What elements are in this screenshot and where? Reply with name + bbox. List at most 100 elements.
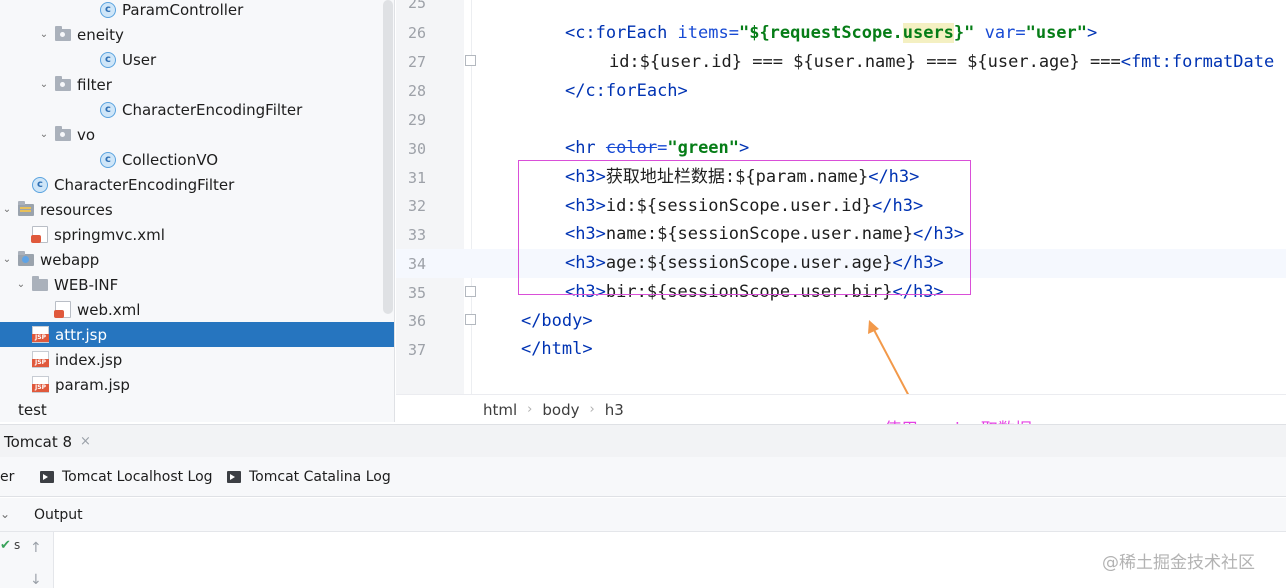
console-icon bbox=[40, 471, 54, 483]
chevron-down-icon[interactable]: ⌄ bbox=[0, 204, 14, 215]
tree-item[interactable]: ·cCollectionVO bbox=[0, 147, 394, 172]
class-icon: c bbox=[100, 1, 116, 18]
package-icon bbox=[55, 25, 71, 41]
output-header: ⌄ Output bbox=[0, 498, 1286, 532]
tree-item-label: index.jsp bbox=[55, 350, 123, 369]
tree-item[interactable]: ·springmvc.xml bbox=[0, 222, 394, 247]
code-line-36[interactable]: </html> bbox=[480, 306, 593, 359]
tree-item[interactable]: ·web.xml bbox=[0, 297, 394, 322]
chevron-down-icon[interactable]: ⌄ bbox=[0, 254, 14, 265]
code-line-29[interactable]: <hr color="green"> bbox=[524, 105, 749, 158]
line-number: 36 bbox=[407, 312, 426, 330]
chevron-down-icon[interactable]: ⌄ bbox=[37, 29, 51, 40]
tree-item[interactable]: ·param.jsp bbox=[0, 372, 394, 397]
tree-item[interactable]: ⌄ eneity bbox=[0, 22, 394, 47]
run-tool-window-header: Tomcat 8 × bbox=[0, 424, 1286, 457]
check-icon: ✔ bbox=[0, 538, 11, 553]
chevron-down-icon[interactable]: ⌄ bbox=[0, 507, 10, 521]
tab-label: Tomcat Catalina Log bbox=[249, 469, 391, 485]
breadcrumb-item-body[interactable]: body bbox=[542, 401, 579, 419]
tab-tomcat-catalina-log[interactable]: Tomcat Catalina Log bbox=[227, 469, 391, 485]
close-icon[interactable]: × bbox=[80, 434, 91, 449]
line-number: 37 bbox=[407, 341, 426, 359]
tree-item[interactable]: ·cParamController bbox=[0, 0, 394, 22]
tree-item[interactable]: ·attr.jsp bbox=[0, 322, 394, 347]
line-number: 34 bbox=[407, 255, 426, 273]
class-icon: c bbox=[100, 51, 116, 68]
tree-item[interactable]: ⌄ filter bbox=[0, 72, 394, 97]
jsp-file-icon bbox=[32, 326, 49, 343]
tree-item-label: filter bbox=[77, 75, 112, 94]
tree-item[interactable]: ·cCharacterEncodingFilter bbox=[0, 172, 394, 197]
tree-item-label: eneity bbox=[77, 25, 124, 44]
jsp-file-icon bbox=[32, 351, 49, 368]
arrow-down-icon[interactable]: ↓ bbox=[30, 572, 42, 588]
tree-item-label: WEB-INF bbox=[54, 275, 119, 294]
log-tabs-bar: er Tomcat Localhost Log Tomcat Catalina … bbox=[0, 457, 1286, 497]
fold-marker-icon[interactable] bbox=[465, 286, 476, 297]
line-number: 30 bbox=[407, 140, 426, 158]
code-line-27[interactable]: </c:forEach> bbox=[524, 48, 688, 101]
chevron-down-icon[interactable]: ⌄ bbox=[37, 129, 51, 140]
tree-item[interactable]: ⌄ vo bbox=[0, 122, 394, 147]
tree-item[interactable]: ·index.jsp bbox=[0, 347, 394, 372]
tree-scrollbar[interactable] bbox=[383, 0, 393, 314]
resources-folder-icon bbox=[18, 200, 34, 216]
output-label[interactable]: Output bbox=[34, 507, 83, 523]
line-number: 33 bbox=[407, 226, 426, 244]
tab-label: Tomcat Localhost Log bbox=[62, 469, 213, 485]
folder-icon bbox=[32, 275, 48, 291]
tree-item-label: CharacterEncodingFilter bbox=[122, 100, 303, 119]
code-token: <fmt:formatDate bbox=[1120, 52, 1275, 72]
fold-marker-icon[interactable] bbox=[465, 55, 476, 66]
fold-marker-icon[interactable] bbox=[465, 314, 476, 325]
tree-item-label: CharacterEncodingFilter bbox=[54, 175, 235, 194]
chevron-down-icon[interactable]: ⌄ bbox=[14, 279, 28, 290]
session-lines-highlight-box bbox=[518, 160, 971, 295]
tree-item[interactable]: ·cUser bbox=[0, 47, 394, 72]
package-icon bbox=[55, 75, 71, 91]
run-tab-tomcat[interactable]: Tomcat 8 bbox=[4, 433, 72, 451]
package-icon bbox=[55, 125, 71, 141]
code-line-26[interactable]: id:${user.id} === ${user.name} === ${use… bbox=[568, 19, 1274, 72]
xml-file-icon bbox=[54, 301, 71, 318]
code-token: </c:forEach> bbox=[564, 81, 688, 101]
class-icon: c bbox=[100, 151, 116, 168]
breadcrumb-item-h3[interactable]: h3 bbox=[605, 401, 624, 419]
tree-item[interactable]: ·test bbox=[0, 397, 394, 422]
code-line-30[interactable]: <h3>获取地址栏数据:${param.name}</h3> bbox=[524, 134, 919, 187]
line-number: 32 bbox=[407, 197, 426, 215]
chevron-down-icon[interactable]: ⌄ bbox=[37, 79, 51, 90]
tree-item-label: test bbox=[18, 400, 47, 419]
breadcrumb: html › body › h3 bbox=[396, 394, 1286, 424]
line-number: 27 bbox=[407, 53, 426, 71]
tree-item-label: ParamController bbox=[122, 0, 244, 19]
annotation-arrow-icon bbox=[868, 320, 911, 399]
tree-item[interactable]: ·cCharacterEncodingFilter bbox=[0, 97, 394, 122]
class-icon: c bbox=[32, 176, 48, 193]
tab-tomcat-localhost-log[interactable]: Tomcat Localhost Log bbox=[40, 469, 213, 485]
breadcrumb-item-html[interactable]: html bbox=[483, 401, 517, 419]
console-toolbar: ✔ s ↑ ↓ bbox=[0, 532, 54, 588]
tree-item-label: param.jsp bbox=[55, 375, 130, 394]
jsp-file-icon bbox=[32, 376, 49, 393]
tree-item-label: CollectionVO bbox=[122, 150, 218, 169]
class-icon: c bbox=[100, 101, 116, 118]
line-number: 29 bbox=[407, 111, 426, 129]
spring-xml-icon bbox=[31, 226, 48, 243]
line-number: 26 bbox=[407, 24, 426, 42]
watermark: @稀土掘金技术社区 bbox=[1102, 553, 1255, 573]
console-icon bbox=[227, 471, 241, 483]
arrow-up-icon[interactable]: ↑ bbox=[30, 540, 42, 556]
tree-item-label: User bbox=[122, 50, 157, 69]
tree-item[interactable]: ⌄ WEB-INF bbox=[0, 272, 394, 297]
tree-item-label: webapp bbox=[40, 250, 100, 269]
web-folder-icon bbox=[18, 250, 34, 266]
tree-item[interactable]: ⌄ webapp bbox=[0, 247, 394, 272]
console-output[interactable]: ✔ s ↑ ↓ bbox=[0, 532, 1286, 588]
line-number: 25 bbox=[407, 0, 426, 12]
tree-item[interactable]: ⌄ resources bbox=[0, 197, 394, 222]
project-tree: ·cParamController⌄eneity·cUser⌄filter·cC… bbox=[0, 0, 395, 422]
code-line-25[interactable]: <c:forEach items="${requestScope.users}"… bbox=[524, 0, 1097, 43]
tab-server[interactable]: er bbox=[0, 469, 14, 485]
